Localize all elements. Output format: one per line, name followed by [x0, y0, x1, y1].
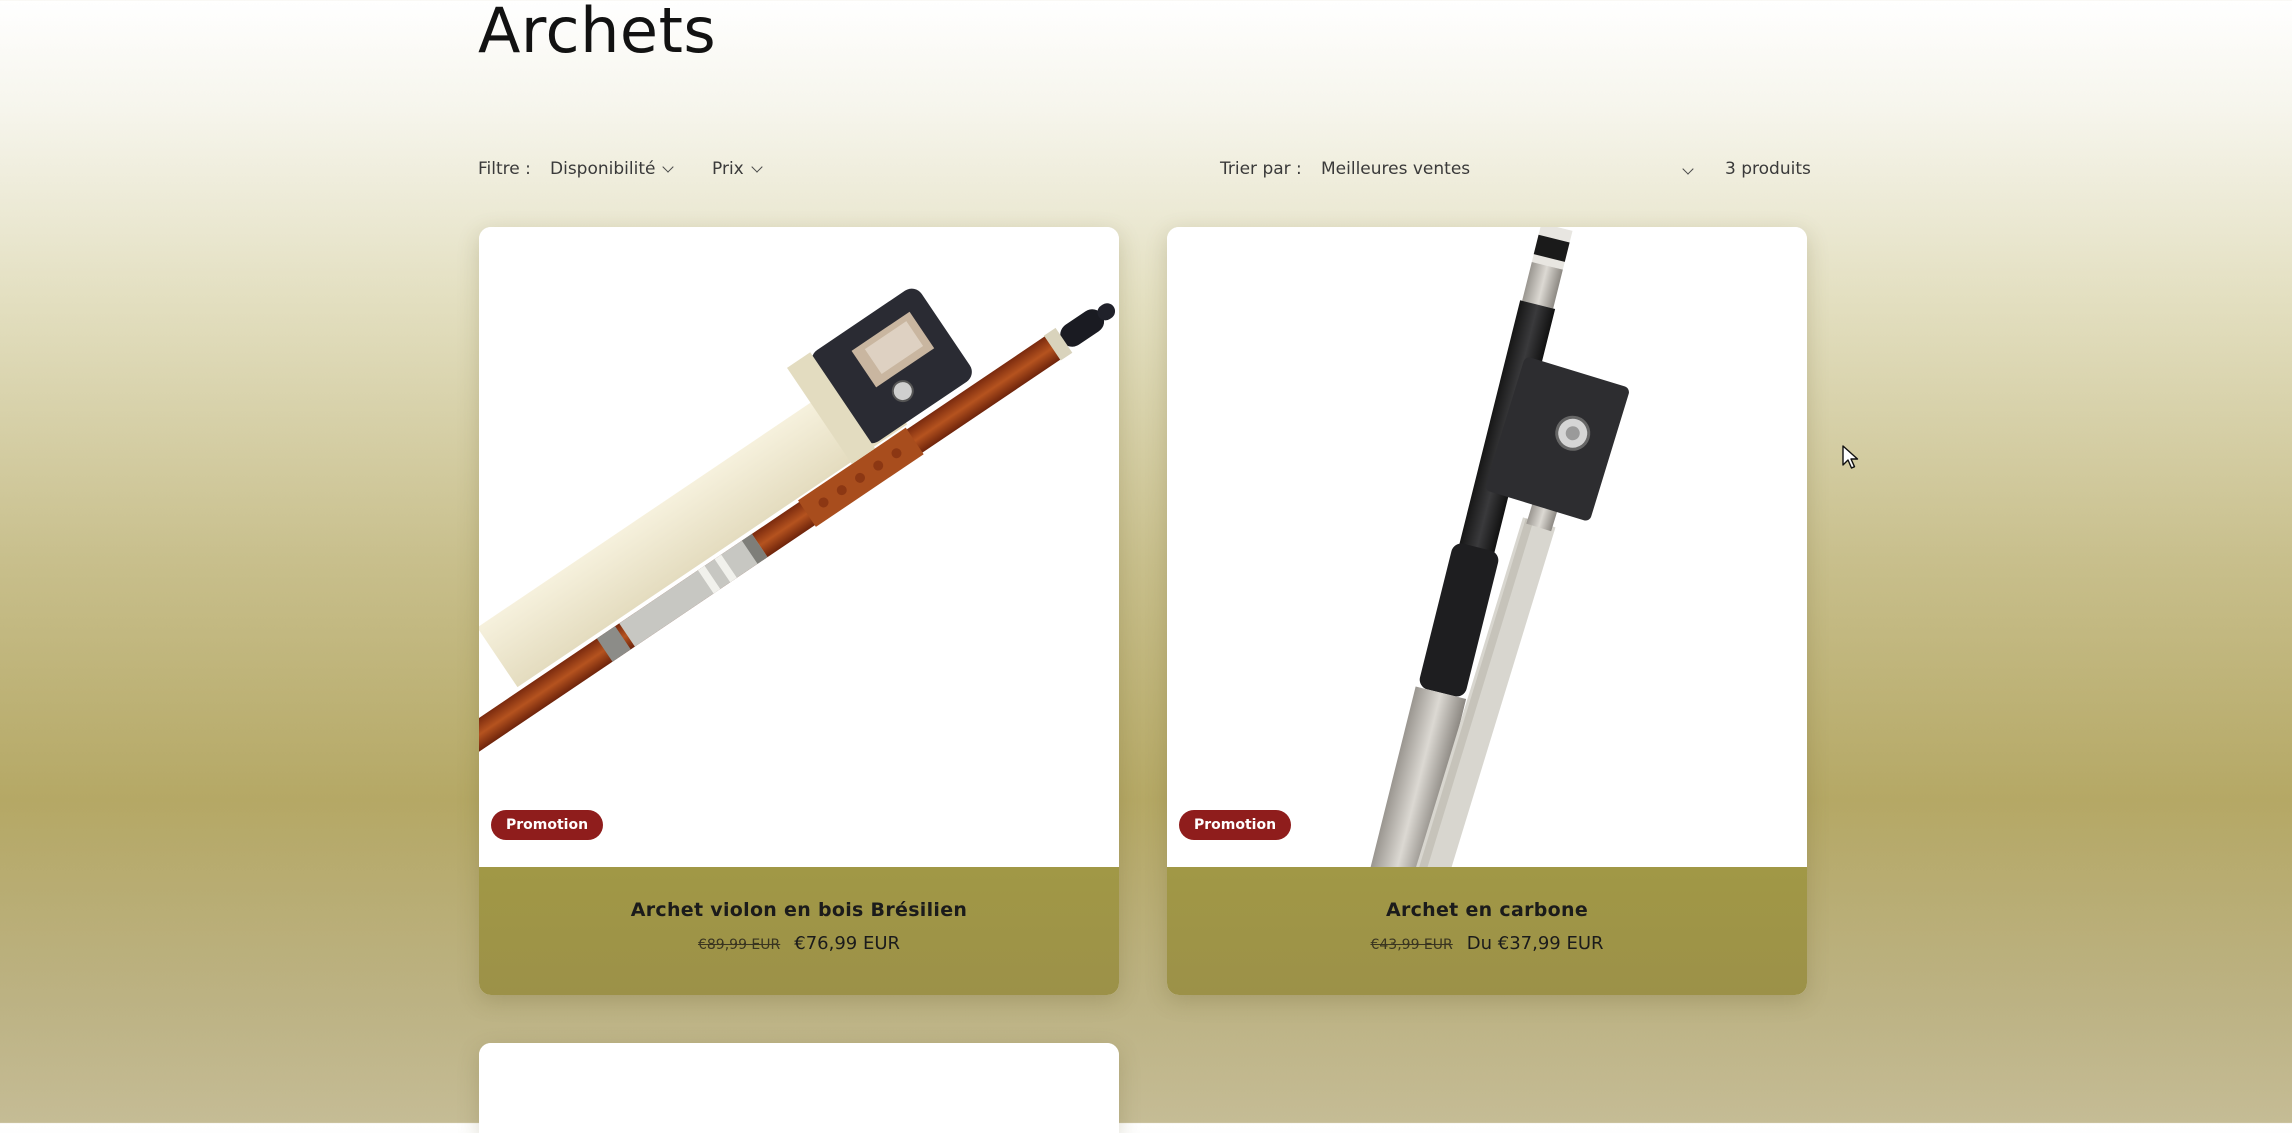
product-title-link[interactable]: Archet violon en bois Brésilien [479, 899, 1119, 921]
product-card[interactable]: Promotion Archet violon en bois Brésilie… [479, 227, 1119, 995]
product-image[interactable] [1167, 227, 1807, 867]
filter-label: Filtre : [478, 159, 531, 179]
sale-price: Du €37,99 EUR [1466, 933, 1604, 954]
compare-at-price: €89,99 EUR [697, 937, 781, 953]
product-count: 3 produits [1725, 159, 1811, 179]
promotion-badge: Promotion [1179, 810, 1292, 840]
chevron-down-icon [1682, 163, 1694, 175]
product-info: Archet violon en bois Brésilien €89,99 E… [479, 867, 1119, 995]
sort-select[interactable]: Meilleures ventes [1321, 159, 1694, 179]
product-info: Archet en carbone €43,99 EUR Du €37,99 EU… [1167, 867, 1807, 995]
availability-filter-label: Disponibilité [550, 159, 656, 179]
product-price: €89,99 EUR €76,99 EUR [479, 933, 1119, 954]
availability-filter-dropdown[interactable]: Disponibilité [550, 159, 675, 179]
chevron-down-icon [751, 161, 763, 173]
wooden-bow-image [479, 288, 1116, 795]
product-image[interactable] [479, 227, 1119, 867]
price-filter-dropdown[interactable]: Prix [712, 159, 763, 179]
page-title: Archets [478, 0, 717, 67]
chevron-down-icon [662, 161, 675, 173]
sort-label: Trier par : [1220, 159, 1302, 179]
product-card[interactable]: Promotion Archet en carbone €43,99 EUR Du… [1167, 227, 1807, 995]
sale-price: €76,99 EUR [794, 933, 901, 954]
product-card[interactable] [479, 1043, 1119, 1133]
compare-at-price: €43,99 EUR [1370, 937, 1453, 953]
mouse-cursor-icon [1842, 445, 1859, 469]
product-image[interactable] [479, 1043, 1119, 1133]
facets-bar: Filtre : Disponibilité Prix Trier par : … [478, 155, 1811, 187]
sort-select-value: Meilleures ventes [1321, 159, 1471, 179]
product-title-link[interactable]: Archet en carbone [1167, 899, 1807, 921]
promotion-badge: Promotion [491, 810, 604, 840]
product-price: €43,99 EUR Du €37,99 EUR [1167, 933, 1807, 954]
carbon-bow-image [1362, 227, 1629, 867]
price-filter-label: Prix [712, 159, 744, 179]
